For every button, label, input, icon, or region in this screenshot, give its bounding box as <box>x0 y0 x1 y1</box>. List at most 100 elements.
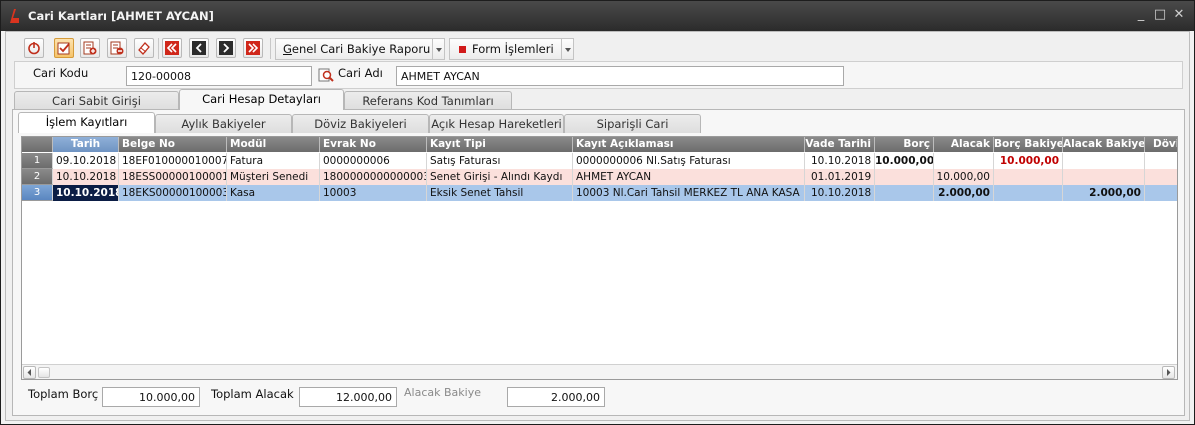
cell-borc-bakiye[interactable] <box>994 185 1063 201</box>
cari-kartlari-window: Cari Kartları [AHMET AYCAN] _ □ ✕ Genel … <box>0 0 1195 425</box>
tab-aylik-bakiyeler[interactable]: Aylık Bakiyeler <box>155 114 292 133</box>
tab-referans-kod-tanimlari[interactable]: Referans Kod Tanımları <box>344 91 512 110</box>
tab-siparisli-cari-hareketleri[interactable]: Siparişli Cari Hareketleri <box>564 114 701 149</box>
column-header-borc[interactable]: Borç <box>875 137 934 152</box>
toolbar-separator <box>270 38 271 59</box>
report-dropdown-arrow[interactable] <box>432 38 445 60</box>
column-header-kayit-aciklamasi[interactable]: Kayıt Açıklaması <box>573 137 805 152</box>
horizontal-scrollbar[interactable] <box>22 364 1177 379</box>
scroll-right-button[interactable] <box>1162 366 1175 379</box>
scroll-left-button[interactable] <box>23 366 36 379</box>
cell-modul[interactable]: Kasa <box>227 185 320 201</box>
cell-borc-bakiye[interactable] <box>994 169 1063 185</box>
cell-evrak-no[interactable]: 10003 <box>320 185 427 201</box>
tab-doviz-bakiyeleri[interactable]: Döviz Bakiyeleri <box>292 114 429 133</box>
cell-doviz[interactable] <box>1145 153 1177 169</box>
column-header-tarih[interactable]: Tarih <box>53 137 119 152</box>
toplam-borc-field[interactable]: 10.000,00 <box>102 387 200 407</box>
cell-doviz[interactable] <box>1145 185 1177 201</box>
last-record-icon <box>246 41 260 55</box>
row-indicator[interactable]: 1 <box>22 153 53 169</box>
cell-vade-tarihi[interactable]: 01.01.2019 <box>805 169 875 185</box>
cell-modul[interactable]: Müşteri Senedi <box>227 169 320 185</box>
column-header-belge-no[interactable]: Belge No <box>119 137 227 152</box>
cell-modul[interactable]: Fatura <box>227 153 320 169</box>
cari-kodu-input[interactable]: 120-00008 <box>126 66 312 86</box>
scroll-thumb[interactable] <box>38 367 50 378</box>
cell-borc-bakiye[interactable]: 10.000,00 <box>994 153 1063 169</box>
maximize-button[interactable]: □ <box>1152 7 1168 23</box>
table-row[interactable]: 2 10.10.2018 18ESS00000100001 Müşteri Se… <box>22 169 1177 185</box>
cell-kayit-aciklamasi[interactable]: 10003 Nl.Cari Tahsil MERKEZ TL ANA KASA <box>573 185 805 201</box>
column-header-doviz[interactable]: Döviz <box>1145 137 1177 152</box>
cell-tarih[interactable]: 10.10.2018 <box>53 169 119 185</box>
row-indicator[interactable]: 3 <box>22 185 53 201</box>
column-header-alacak[interactable]: Alacak <box>934 137 994 152</box>
tab-acik-hesap-hareketleri[interactable]: Açık Hesap Hareketleri <box>429 114 564 133</box>
toolbar: Genel Cari Bakiye Raporu Form İşlemleri <box>16 35 1184 61</box>
tab-cari-hesap-detaylari[interactable]: Cari Hesap Detayları <box>179 89 344 110</box>
form-islemleri-button[interactable]: Form İşlemleri <box>449 38 562 60</box>
lookup-icon[interactable] <box>318 67 334 83</box>
first-record-button[interactable] <box>162 38 182 58</box>
next-record-button[interactable] <box>216 38 236 58</box>
cell-alacak-bakiye[interactable] <box>1063 169 1145 185</box>
cell-borc[interactable]: 10.000,00 <box>875 153 934 169</box>
cell-alacak[interactable]: 10.000,00 <box>934 169 994 185</box>
cell-belge-no[interactable]: 18EKS00000100003 <box>119 185 227 201</box>
cell-alacak[interactable]: 2.000,00 <box>934 185 994 201</box>
minimize-button[interactable]: _ <box>1133 7 1149 23</box>
window-title: Cari Kartları [AHMET AYCAN] <box>28 9 214 23</box>
close-button[interactable]: ✕ <box>1171 7 1187 23</box>
cell-doviz[interactable] <box>1145 169 1177 185</box>
cell-vade-tarihi[interactable]: 10.10.2018 <box>805 153 875 169</box>
cell-tarih[interactable]: 10.10.2018 <box>53 185 119 201</box>
first-record-icon <box>165 41 179 55</box>
cari-adi-input[interactable]: AHMET AYCAN <box>396 66 844 86</box>
cell-evrak-no[interactable]: 1800000000000003 <box>320 169 427 185</box>
table-row[interactable]: 1 09.10.2018 18EF010000010007 Fatura 000… <box>22 153 1177 169</box>
column-header-evrak-no[interactable]: Evrak No <box>320 137 427 152</box>
column-header-modul[interactable]: Modül <box>227 137 320 152</box>
column-header-kayit-tipi[interactable]: Kayıt Tipi <box>427 137 573 152</box>
tab-islem-kayitlari[interactable]: İşlem Kayıtları <box>18 112 155 133</box>
form-dropdown-arrow[interactable] <box>561 38 574 60</box>
cell-kayit-tipi[interactable]: Senet Girişi - Alındı Kaydı <box>427 169 573 185</box>
cell-belge-no[interactable]: 18ESS00000100001 <box>119 169 227 185</box>
cell-alacak-bakiye[interactable] <box>1063 153 1145 169</box>
delete-record-button[interactable] <box>107 38 127 58</box>
cell-vade-tarihi[interactable]: 10.10.2018 <box>805 185 875 201</box>
cell-kayit-aciklamasi[interactable]: AHMET AYCAN <box>573 169 805 185</box>
form-icon <box>459 46 466 53</box>
tab-cari-sabit-girisi[interactable]: Cari Sabit Girişi <box>14 91 179 110</box>
toplam-alacak-field[interactable]: 12.000,00 <box>299 387 397 407</box>
cell-kayit-tipi[interactable]: Satış Faturası <box>427 153 573 169</box>
cari-kodu-label: Cari Kodu <box>33 66 89 80</box>
clear-button[interactable] <box>134 38 154 58</box>
cell-kayit-tipi[interactable]: Eksik Senet Tahsil <box>427 185 573 201</box>
add-record-button[interactable] <box>80 38 100 58</box>
cell-alacak-bakiye[interactable]: 2.000,00 <box>1063 185 1145 201</box>
cell-alacak[interactable] <box>934 153 994 169</box>
last-record-button[interactable] <box>243 38 263 58</box>
column-header-alacak-bakiye[interactable]: Alacak Bakiye <box>1063 137 1145 152</box>
title-bar[interactable]: Cari Kartları [AHMET AYCAN] _ □ ✕ <box>1 1 1194 31</box>
column-header-borc-bakiye[interactable]: Borç Bakiye <box>994 137 1063 152</box>
edit-button[interactable] <box>54 38 74 58</box>
genel-cari-bakiye-raporu-button[interactable]: Genel Cari Bakiye Raporu <box>275 38 442 60</box>
alacak-bakiye-field[interactable]: 2.000,00 <box>507 387 605 407</box>
previous-record-button[interactable] <box>189 38 209 58</box>
power-button[interactable] <box>24 38 44 58</box>
cell-borc[interactable] <box>875 185 934 201</box>
cell-tarih[interactable]: 09.10.2018 <box>53 153 119 169</box>
cell-kayit-aciklamasi[interactable]: 0000000006 Nl.Satış Faturası <box>573 153 805 169</box>
islem-kayitlari-grid[interactable]: Tarih Belge No Modül Evrak No Kayıt Tipi… <box>21 136 1178 380</box>
table-row-selected[interactable]: 3 10.10.2018 18EKS00000100003 Kasa 10003… <box>22 185 1177 201</box>
cell-evrak-no[interactable]: 0000000006 <box>320 153 427 169</box>
cell-belge-no[interactable]: 18EF010000010007 <box>119 153 227 169</box>
column-header-vade-tarihi[interactable]: Vade Tarihi <box>805 137 875 152</box>
eraser-icon <box>138 42 150 55</box>
row-indicator-header <box>22 137 53 152</box>
cell-borc[interactable] <box>875 169 934 185</box>
row-indicator[interactable]: 2 <box>22 169 53 185</box>
